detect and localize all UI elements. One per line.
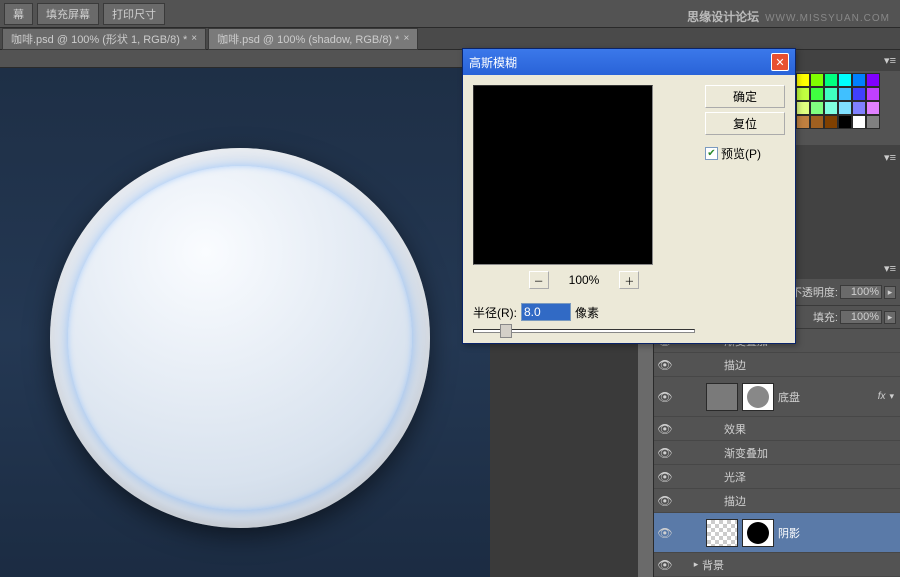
layer-row-shadow[interactable]: 👁 阴影 (654, 513, 900, 553)
fill-arrow[interactable]: ▸ (884, 311, 896, 324)
visibility-icon[interactable]: 👁 (654, 390, 676, 404)
swatch[interactable] (852, 101, 866, 115)
zoom-value: 100% (569, 273, 600, 287)
swatch[interactable] (838, 73, 852, 87)
swatch[interactable] (810, 101, 824, 115)
radius-slider[interactable] (473, 329, 695, 333)
layer-thumbnail (706, 519, 738, 547)
swatch[interactable] (866, 87, 880, 101)
layer-effect-row[interactable]: 👁 描边 (654, 353, 900, 377)
panel-menu-icon[interactable]: ▾≡ (884, 151, 896, 164)
gaussian-blur-dialog: 高斯模糊 ✕ － 100% ＋ 半径(R): 像素 确定 复位 ✔ (462, 48, 796, 344)
dialog-titlebar[interactable]: 高斯模糊 ✕ (463, 49, 795, 75)
blur-preview[interactable] (473, 85, 653, 265)
ok-button[interactable]: 确定 (705, 85, 785, 108)
preview-checkbox[interactable]: ✔ (705, 147, 718, 160)
swatch[interactable] (810, 115, 824, 129)
layer-row-background[interactable]: 👁 ▸ 背景 (654, 553, 900, 577)
visibility-icon[interactable]: 👁 (654, 494, 676, 508)
swatch[interactable] (824, 101, 838, 115)
fx-badge: fx (878, 391, 886, 402)
visibility-icon[interactable]: 👁 (654, 422, 676, 436)
swatch[interactable] (796, 115, 810, 129)
artwork-circle (50, 148, 430, 528)
swatch[interactable] (824, 73, 838, 87)
tab-label: 咖啡.psd @ 100% (shadow, RGB/8) * (217, 31, 399, 47)
swatch[interactable] (796, 87, 810, 101)
fill-label: 填充: (813, 309, 838, 325)
swatch[interactable] (824, 115, 838, 129)
swatch[interactable] (852, 115, 866, 129)
swatch[interactable] (852, 87, 866, 101)
layer-row-dipan[interactable]: 👁 底盘 fx ▾ (654, 377, 900, 417)
reset-button[interactable]: 复位 (705, 112, 785, 135)
zoom-out-button[interactable]: － (529, 271, 549, 289)
document-tab[interactable]: 咖啡.psd @ 100% (shadow, RGB/8) * × (208, 28, 418, 50)
layer-thumbnail (706, 383, 738, 411)
close-icon[interactable]: ✕ (771, 53, 789, 71)
visibility-icon[interactable]: 👁 (654, 358, 676, 372)
layer-effect-row[interactable]: 👁 描边 (654, 489, 900, 513)
slider-thumb[interactable] (500, 324, 512, 338)
layer-effect-row[interactable]: 👁 渐变叠加 (654, 441, 900, 465)
swatch[interactable] (810, 87, 824, 101)
layer-list: 👁 渐变叠加 👁 描边 👁 底盘 fx ▾ (654, 329, 900, 577)
document-tab-bar: 咖啡.psd @ 100% (形状 1, RGB/8) * × 咖啡.psd @… (0, 28, 900, 50)
swatch[interactable] (852, 73, 866, 87)
close-icon[interactable]: × (191, 33, 197, 44)
swatch[interactable] (838, 87, 852, 101)
opacity-label: 不透明度: (791, 284, 838, 300)
watermark: 思缘设计论坛WWW.MISSYUAN.COM (687, 8, 890, 25)
swatch[interactable] (838, 115, 852, 129)
visibility-icon[interactable]: 👁 (654, 526, 676, 540)
vector-mask-thumbnail (742, 519, 774, 547)
visibility-icon[interactable]: 👁 (654, 558, 676, 572)
swatch[interactable] (866, 73, 880, 87)
fill-input[interactable]: 100% (840, 310, 882, 324)
swatch[interactable] (866, 115, 880, 129)
opacity-arrow[interactable]: ▸ (884, 286, 896, 299)
preview-label: 预览(P) (721, 145, 761, 162)
radius-input[interactable] (521, 303, 571, 321)
document-tab[interactable]: 咖啡.psd @ 100% (形状 1, RGB/8) * × (2, 28, 206, 50)
dialog-title-text: 高斯模糊 (469, 54, 517, 71)
canvas[interactable] (0, 68, 490, 577)
panel-menu-icon[interactable]: ▾≡ (884, 262, 896, 275)
radius-label: 半径(R): (473, 304, 517, 321)
panel-menu-icon[interactable]: ▾≡ (884, 54, 896, 67)
swatch[interactable] (810, 73, 824, 87)
swatch[interactable] (796, 73, 810, 87)
toolbar-btn-screen[interactable]: 幕 (4, 3, 33, 25)
visibility-icon[interactable]: 👁 (654, 470, 676, 484)
visibility-icon[interactable]: 👁 (654, 446, 676, 460)
swatch[interactable] (838, 101, 852, 115)
opacity-input[interactable]: 100% (840, 285, 882, 299)
swatch[interactable] (824, 87, 838, 101)
swatch[interactable] (866, 101, 880, 115)
tab-label: 咖啡.psd @ 100% (形状 1, RGB/8) * (11, 31, 187, 47)
layer-effect-row[interactable]: 👁 光泽 (654, 465, 900, 489)
vector-mask-thumbnail (742, 383, 774, 411)
toolbar-btn-fill-screen[interactable]: 填充屏幕 (37, 3, 99, 25)
toolbar-btn-print-size[interactable]: 打印尺寸 (103, 3, 165, 25)
effects-toggle-icon[interactable]: ▾ (889, 391, 894, 402)
swatch[interactable] (796, 101, 810, 115)
radius-unit: 像素 (575, 304, 599, 321)
close-icon[interactable]: × (403, 33, 409, 44)
expand-icon[interactable]: ▸ (690, 559, 702, 570)
zoom-in-button[interactable]: ＋ (619, 271, 639, 289)
layer-effects-header[interactable]: 👁 效果 (654, 417, 900, 441)
